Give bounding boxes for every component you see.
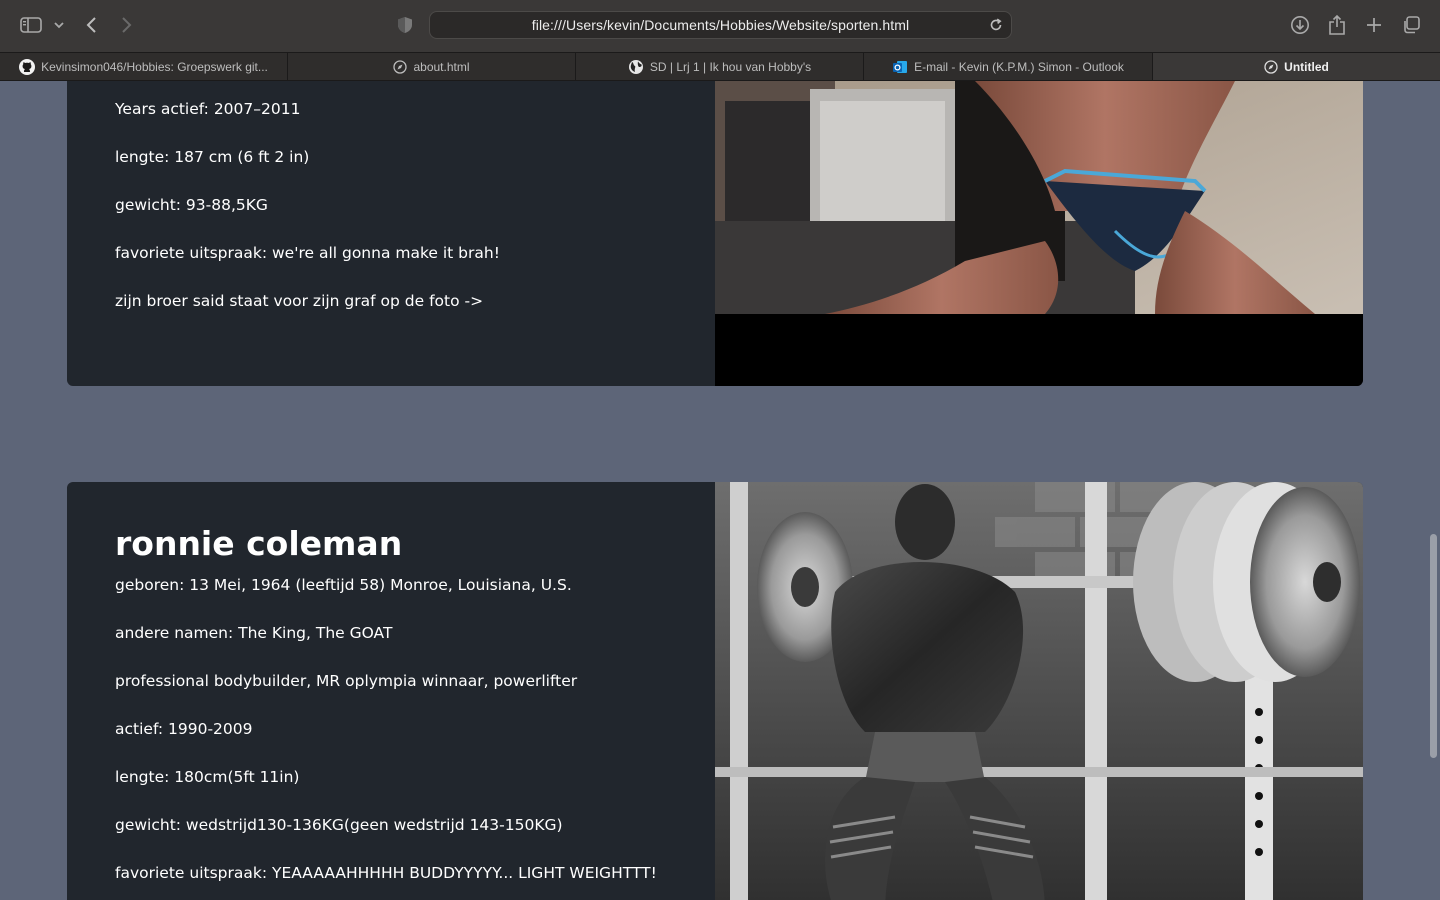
address-bar[interactable]: file:///Users/kevin/Documents/Hobbies/We… bbox=[429, 11, 1012, 39]
page-scrollbar[interactable] bbox=[1426, 81, 1440, 900]
url-text[interactable]: file:///Users/kevin/Documents/Hobbies/We… bbox=[430, 12, 1011, 38]
info-line: actief: 1990-2009 bbox=[115, 720, 253, 738]
new-tab-icon[interactable] bbox=[1363, 14, 1385, 36]
tab-label: SD | Lrj 1 | Ik hou van Hobby's bbox=[649, 59, 812, 74]
globe-icon bbox=[628, 59, 644, 75]
compass-icon bbox=[393, 59, 408, 74]
tab-github[interactable]: Kevinsimon046/Hobbies: Groepswerk git... bbox=[0, 53, 288, 80]
info-line: Years actief: 2007–2011 bbox=[115, 100, 301, 118]
reload-icon[interactable] bbox=[987, 16, 1005, 34]
info-line: favoriete uitspraak: YEAAAAAHHHHH BUDDYY… bbox=[115, 864, 657, 882]
athlete-info-2: ronnie coleman geboren: 13 Mei, 1964 (le… bbox=[115, 524, 705, 900]
athlete-info-1: Years actief: 2007–2011 lengte: 187 cm (… bbox=[115, 98, 705, 338]
tab-overview-icon[interactable] bbox=[1400, 14, 1422, 36]
info-line: lengte: 180cm(5ft 11in) bbox=[115, 768, 300, 786]
scrollbar-thumb[interactable] bbox=[1430, 534, 1437, 758]
info-line: gewicht: 93-88,5KG bbox=[115, 196, 268, 214]
outlook-icon bbox=[892, 59, 908, 75]
forward-icon[interactable] bbox=[116, 14, 138, 36]
tab-untitled[interactable]: Untitled bbox=[1153, 53, 1440, 80]
tab-outlook[interactable]: E-mail - Kevin (K.P.M.) Simon - Outlook bbox=[864, 53, 1153, 80]
athlete-photo-ronnie-coleman bbox=[715, 482, 1363, 900]
sidebar-toggle-icon[interactable] bbox=[18, 14, 44, 36]
info-line: andere namen: The King, The GOAT bbox=[115, 624, 393, 642]
compass-icon bbox=[1264, 59, 1278, 74]
athlete-name: ronnie coleman bbox=[115, 524, 403, 563]
athlete-card-1: Years actief: 2007–2011 lengte: 187 cm (… bbox=[67, 81, 1363, 386]
chevron-down-icon[interactable] bbox=[52, 16, 66, 34]
download-icon[interactable] bbox=[1289, 14, 1311, 36]
info-line: gewicht: wedstrijd130-136KG(geen wedstri… bbox=[115, 816, 563, 834]
tab-bar: Kevinsimon046/Hobbies: Groepswerk git...… bbox=[0, 52, 1440, 81]
tab-label: E-mail - Kevin (K.P.M.) Simon - Outlook bbox=[914, 59, 1124, 74]
tab-about[interactable]: about.html bbox=[288, 53, 576, 80]
athlete-photo-1 bbox=[715, 81, 1363, 386]
athlete-card-ronnie-coleman: ronnie coleman geboren: 13 Mei, 1964 (le… bbox=[67, 482, 1363, 900]
info-line: geboren: 13 Mei, 1964 (leeftijd 58) Monr… bbox=[115, 576, 572, 594]
info-line: lengte: 187 cm (6 ft 2 in) bbox=[115, 148, 310, 166]
privacy-shield-icon[interactable] bbox=[394, 14, 416, 36]
tab-hobbys[interactable]: SD | Lrj 1 | Ik hou van Hobby's bbox=[576, 53, 864, 80]
info-line: zijn broer said staat voor zijn graf op … bbox=[115, 292, 484, 310]
share-icon[interactable] bbox=[1326, 13, 1348, 37]
back-icon[interactable] bbox=[80, 14, 102, 36]
tab-label: about.html bbox=[413, 59, 470, 74]
tab-label: Kevinsimon046/Hobbies: Groepswerk git... bbox=[41, 59, 268, 74]
tab-label: Untitled bbox=[1284, 59, 1329, 74]
info-line: favoriete uitspraak: we're all gonna mak… bbox=[115, 244, 500, 262]
browser-toolbar: file:///Users/kevin/Documents/Hobbies/We… bbox=[0, 0, 1440, 52]
info-line: professional bodybuilder, MR oplympia wi… bbox=[115, 672, 578, 690]
github-icon bbox=[19, 58, 36, 75]
page-viewport[interactable]: Years actief: 2007–2011 lengte: 187 cm (… bbox=[0, 81, 1440, 900]
